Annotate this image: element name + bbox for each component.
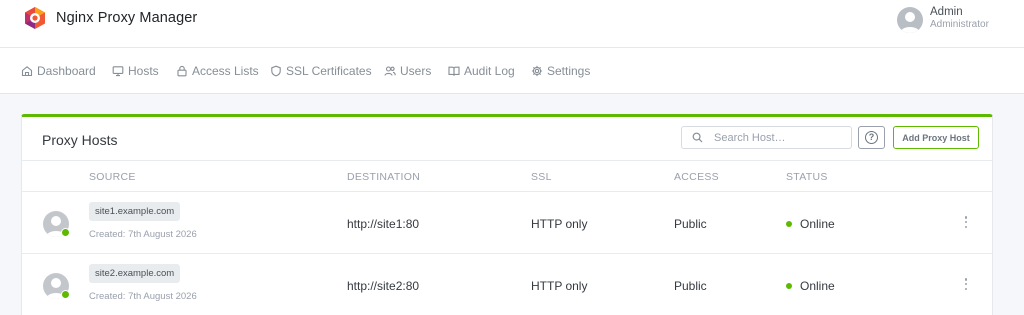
proxy-hosts-card: Proxy Hosts ? Add Proxy Host SOURCE DEST…: [21, 114, 993, 315]
status-dot-icon: [786, 283, 792, 289]
nav-label: Dashboard: [37, 64, 96, 78]
status-cell: Online: [786, 217, 835, 231]
monitor-icon: [112, 66, 124, 77]
help-icon: ?: [865, 131, 878, 144]
nav-hosts[interactable]: Hosts: [112, 64, 159, 78]
user-placeholder-icon: [900, 12, 920, 33]
brand[interactable]: Nginx Proxy Manager: [23, 6, 197, 30]
status-text: Online: [800, 217, 835, 231]
book-icon: [448, 66, 460, 76]
nav-audit-log[interactable]: Audit Log: [448, 64, 515, 78]
avatar: [897, 7, 923, 33]
ssl-cell: HTTP only: [531, 279, 588, 293]
home-icon: [21, 66, 33, 77]
shield-icon: [271, 65, 281, 77]
status-text: Online: [800, 279, 835, 293]
destination-cell: http://site1:80: [347, 217, 420, 231]
column-header-access[interactable]: ACCESS: [674, 171, 719, 183]
column-header-source[interactable]: SOURCE: [89, 171, 136, 183]
nav-dashboard[interactable]: Dashboard: [21, 64, 96, 78]
search-icon: [692, 132, 703, 143]
app-title: Nginx Proxy Manager: [56, 10, 198, 26]
search-input[interactable]: [714, 131, 844, 144]
status-dot-icon: [786, 221, 792, 227]
top-header: Nginx Proxy Manager Admin Administrator: [0, 0, 1024, 48]
user-role: Administrator: [930, 19, 989, 31]
access-cell: Public: [674, 217, 707, 231]
users-icon: [384, 66, 396, 76]
card-title: Proxy Hosts: [42, 132, 118, 148]
user-menu[interactable]: Admin Administrator: [897, 5, 989, 33]
add-proxy-host-button[interactable]: Add Proxy Host: [893, 126, 979, 149]
created-date: Created: 7th August 2026: [89, 229, 197, 240]
search-box[interactable]: [681, 126, 852, 149]
nav-settings[interactable]: Settings: [531, 64, 590, 78]
status-cell: Online: [786, 279, 835, 293]
column-header-status[interactable]: STATUS: [786, 171, 828, 183]
divider: [22, 160, 992, 161]
nav-label: SSL Certificates: [286, 64, 372, 78]
column-header-destination[interactable]: DESTINATION: [347, 171, 420, 183]
nav-label: Audit Log: [464, 64, 515, 78]
online-indicator: [61, 290, 70, 299]
main-nav: Dashboard Hosts Access Lists SSL Certifi…: [0, 48, 1024, 94]
nav-label: Users: [400, 64, 432, 78]
nav-label: Settings: [547, 64, 591, 78]
host-domain-tag[interactable]: site2.example.com: [89, 264, 181, 283]
ssl-cell: HTTP only: [531, 217, 588, 231]
lock-icon: [177, 65, 187, 77]
logo-icon: [25, 7, 45, 29]
host-domain-tag[interactable]: site1.example.com: [89, 202, 181, 221]
column-header-ssl[interactable]: SSL: [531, 171, 552, 183]
table-row[interactable]: site1.example.com Created: 7th August 20…: [22, 192, 992, 253]
row-actions-menu-icon[interactable]: [962, 276, 970, 292]
row-actions-menu-icon[interactable]: [962, 214, 970, 230]
help-button[interactable]: ?: [858, 126, 885, 149]
nav-label: Hosts: [128, 64, 159, 78]
nav-label: Access Lists: [192, 64, 259, 78]
nav-ssl-certificates[interactable]: SSL Certificates: [270, 64, 372, 78]
nav-access-lists[interactable]: Access Lists: [176, 64, 259, 78]
access-cell: Public: [674, 279, 707, 293]
user-name: Admin: [930, 6, 963, 18]
gear-icon: [531, 65, 543, 77]
table-row[interactable]: site2.example.com Created: 7th August 20…: [22, 254, 992, 315]
created-date: Created: 7th August 2026: [89, 291, 197, 302]
destination-cell: http://site2:80: [347, 279, 420, 293]
nav-users[interactable]: Users: [384, 64, 431, 78]
online-indicator: [61, 228, 70, 237]
